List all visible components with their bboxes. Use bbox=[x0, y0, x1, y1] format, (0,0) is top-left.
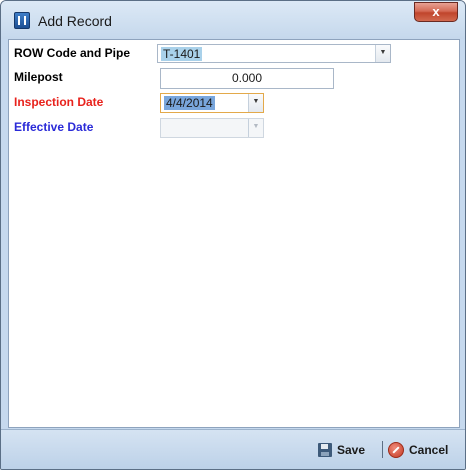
dropdown-arrow-icon[interactable]: ▼ bbox=[248, 94, 263, 112]
effective-date-label: Effective Date bbox=[14, 120, 94, 134]
add-record-window: Add Record x ROW Code and Pipe T-1401 ▼ … bbox=[0, 0, 466, 470]
row-code-combobox[interactable]: T-1401 ▼ bbox=[157, 44, 391, 63]
inspection-date-label: Inspection Date bbox=[14, 95, 104, 109]
dropdown-arrow-icon[interactable]: ▼ bbox=[375, 45, 390, 62]
title-bar[interactable]: Add Record x bbox=[1, 1, 465, 39]
floppy-disk-icon bbox=[318, 443, 332, 457]
dropdown-arrow-icon: ▼ bbox=[248, 119, 263, 137]
milepost-label: Milepost bbox=[14, 70, 63, 84]
cancel-button[interactable]: Cancel bbox=[388, 441, 460, 459]
effective-date-picker: ▼ bbox=[160, 118, 264, 138]
cancel-label: Cancel bbox=[409, 443, 449, 457]
footer-bar: Save Cancel bbox=[1, 429, 465, 469]
inspection-date-picker[interactable]: 4/4/2014 ▼ bbox=[160, 93, 264, 113]
save-label: Save bbox=[337, 443, 366, 457]
form-panel: ROW Code and Pipe T-1401 ▼ Milepost 0.00… bbox=[8, 39, 460, 428]
cancel-circle-icon bbox=[388, 442, 404, 458]
close-button[interactable]: x bbox=[414, 2, 458, 22]
row-code-label: ROW Code and Pipe bbox=[14, 46, 131, 60]
window-title: Add Record bbox=[38, 13, 112, 29]
milepost-input[interactable]: 0.000 bbox=[160, 68, 334, 89]
row-code-value: T-1401 bbox=[161, 47, 203, 61]
save-button[interactable]: Save bbox=[318, 441, 378, 459]
inspection-date-value: 4/4/2014 bbox=[164, 96, 215, 110]
app-record-icon bbox=[14, 12, 30, 29]
toolbar-separator bbox=[382, 441, 383, 458]
